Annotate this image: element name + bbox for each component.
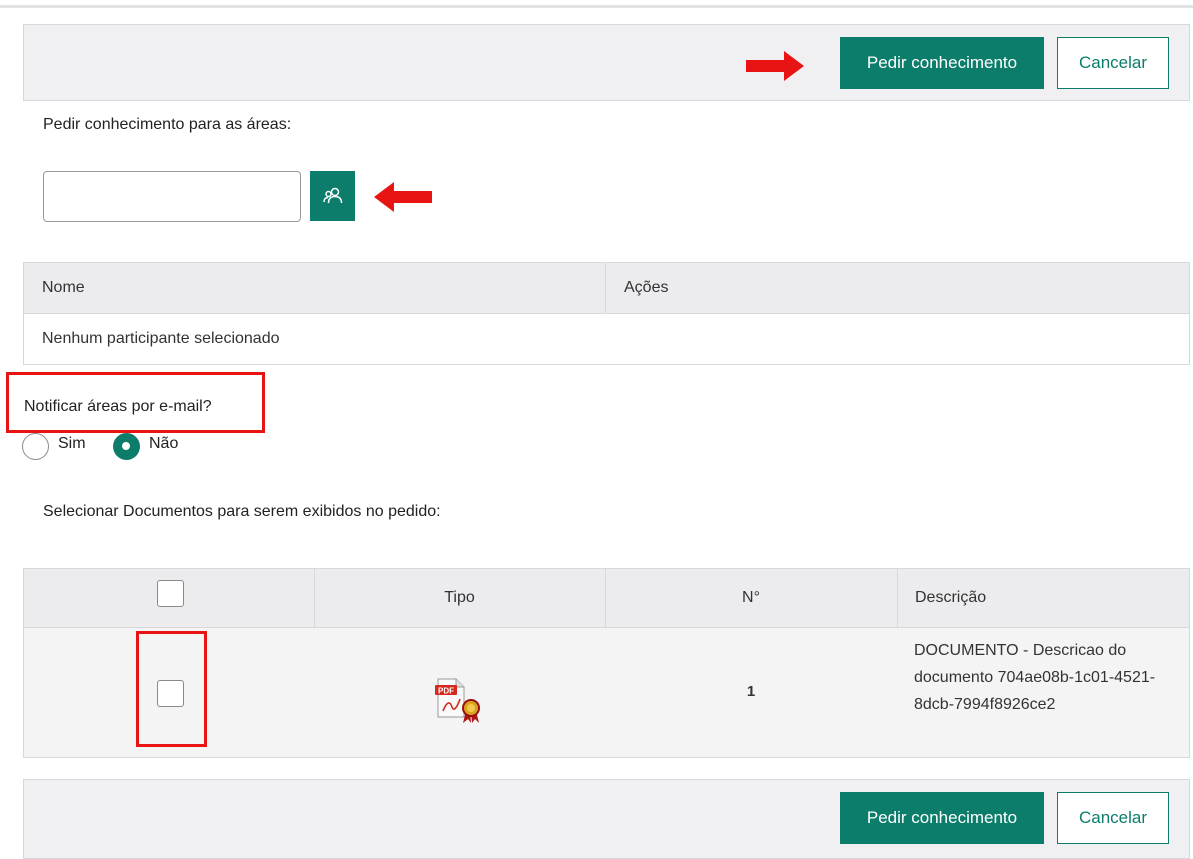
column-header-actions: Ações [624, 279, 669, 296]
column-header-description: Descrição [915, 589, 987, 606]
column-divider [897, 568, 898, 628]
column-header-type: Tipo [444, 589, 475, 606]
participants-table-header [23, 262, 1190, 314]
notify-label: Notificar áreas por e-mail? [24, 398, 212, 415]
radio-sim-label: Sim [58, 435, 86, 452]
areas-input[interactable] [43, 171, 301, 222]
row-checkbox[interactable] [157, 680, 184, 707]
svg-text:PDF: PDF [438, 687, 454, 696]
arrow-left-annotation [374, 182, 432, 212]
column-header-name: Nome [42, 279, 85, 296]
users-search-button[interactable] [310, 171, 355, 221]
document-number: 1 [746, 682, 756, 700]
request-knowledge-button-bottom[interactable]: Pedir conhecimento [840, 792, 1044, 844]
arrow-right-annotation [746, 51, 804, 81]
document-description: DOCUMENTO - Descricao do documento 704ae… [914, 642, 1156, 713]
radio-nao-label: Não [149, 435, 179, 452]
documents-label: Selecionar Documentos para serem exibido… [43, 503, 441, 520]
request-knowledge-button-top[interactable]: Pedir conhecimento [840, 37, 1044, 89]
column-divider [605, 262, 606, 314]
select-all-checkbox[interactable] [157, 580, 184, 607]
pdf-signed-icon[interactable]: PDF [434, 677, 482, 723]
radio-nao[interactable] [113, 433, 140, 460]
radio-sim[interactable] [22, 433, 49, 460]
users-icon [322, 187, 342, 204]
column-header-number: N° [742, 589, 760, 606]
participants-empty-message: Nenhum participante selecionado [42, 330, 280, 347]
cancel-button-bottom[interactable]: Cancelar [1057, 792, 1169, 844]
top-divider [0, 5, 1193, 8]
areas-label: Pedir conhecimento para as áreas: [43, 116, 292, 133]
cancel-button-top[interactable]: Cancelar [1057, 37, 1169, 89]
